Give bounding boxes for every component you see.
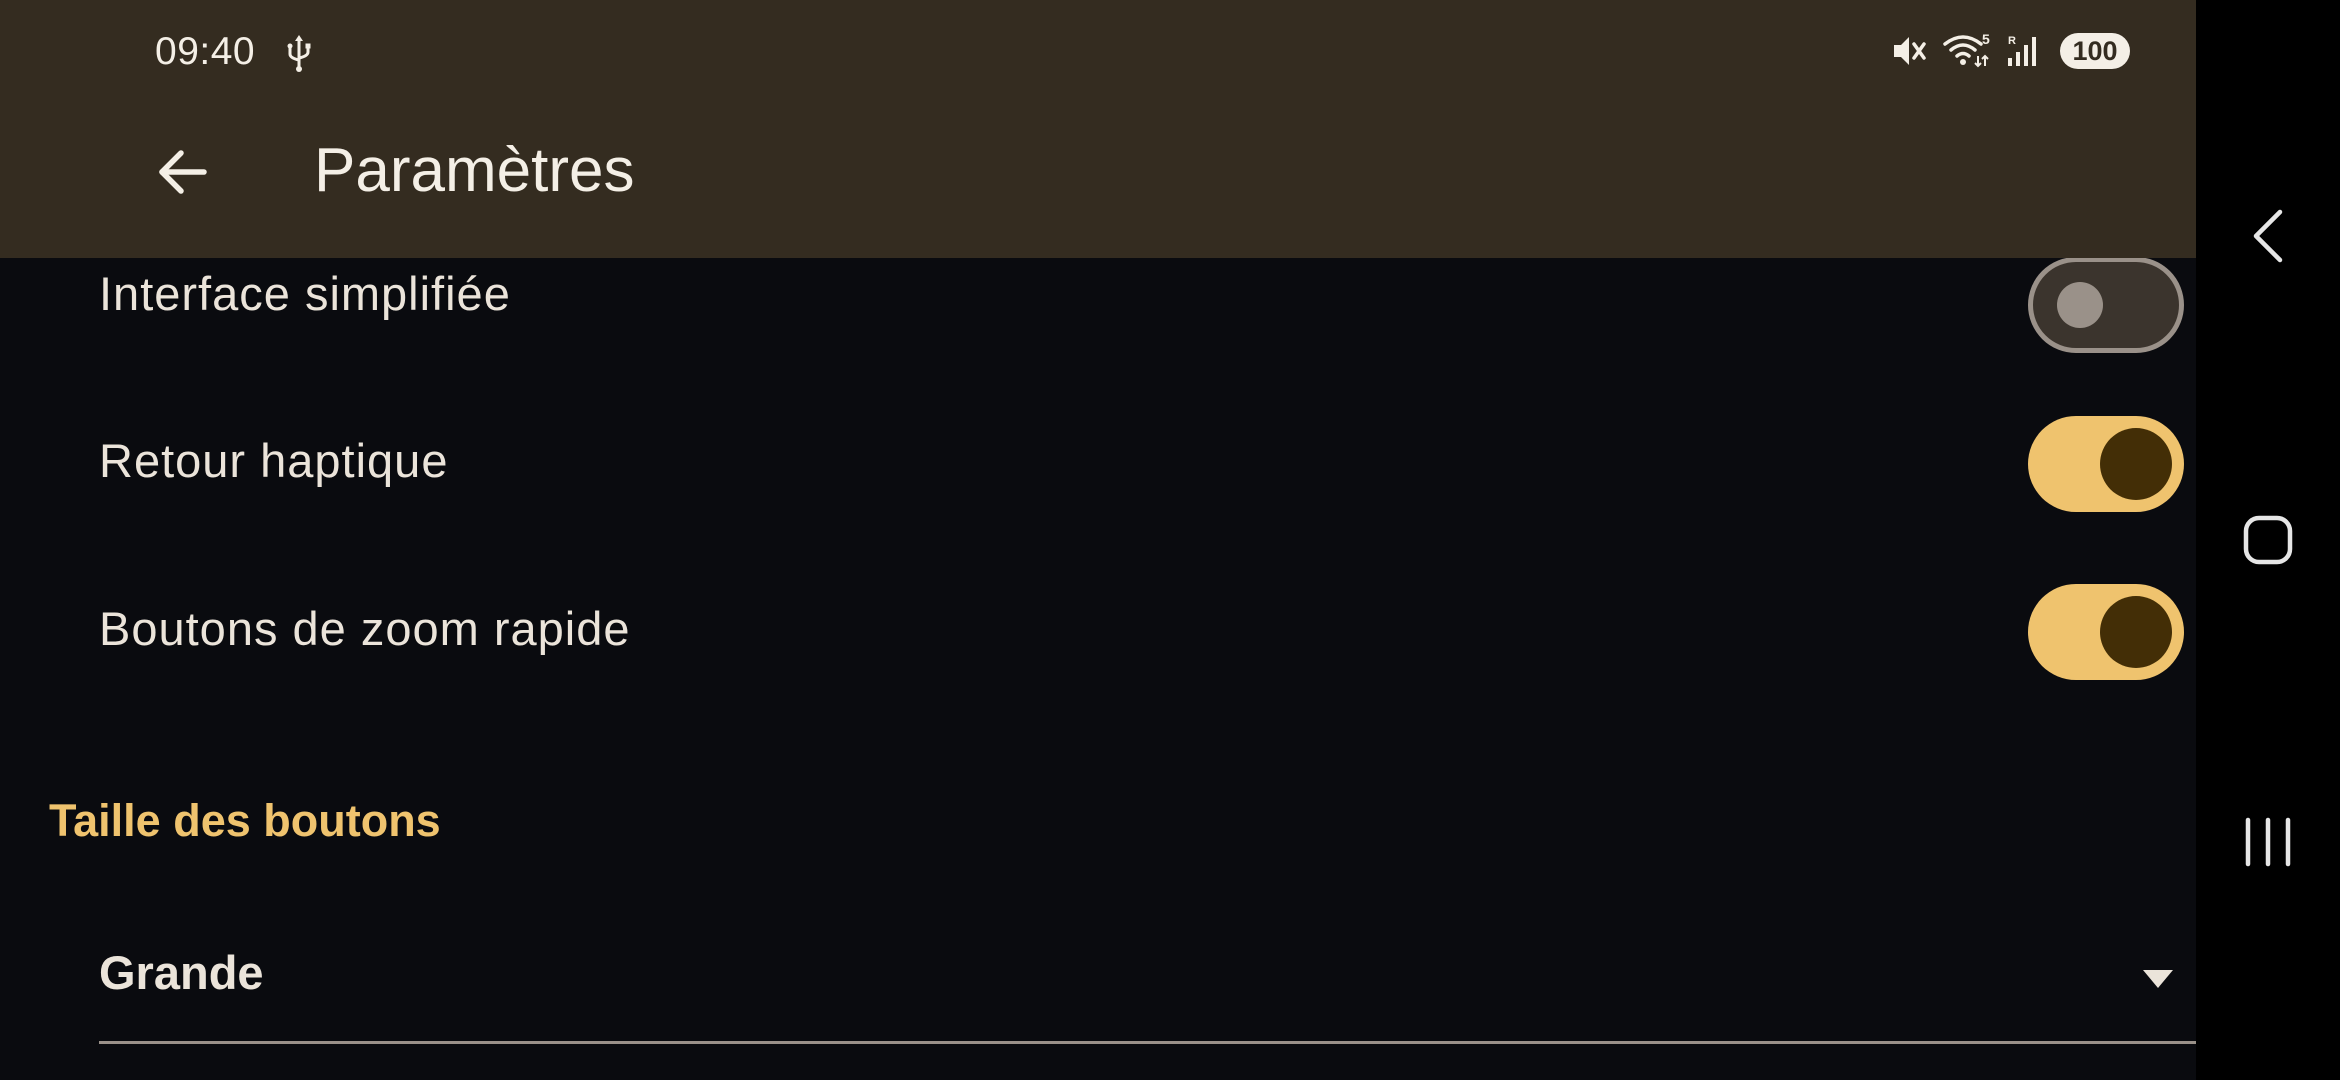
haptic-feedback-toggle[interactable] bbox=[2028, 416, 2184, 512]
nav-back-button[interactable] bbox=[2232, 200, 2304, 272]
setting-row-quick-zoom-buttons[interactable]: Boutons de zoom rapide bbox=[0, 556, 2196, 706]
wifi-badge: 5 bbox=[1982, 32, 1990, 47]
battery-indicator: 100 bbox=[2060, 33, 2130, 69]
simplified-interface-toggle[interactable] bbox=[2028, 257, 2184, 353]
dropdown-underline bbox=[99, 1041, 2196, 1044]
recents-lines-icon bbox=[2245, 817, 2291, 867]
button-size-dropdown[interactable]: Grande bbox=[99, 920, 2196, 1046]
toggle-knob bbox=[2100, 596, 2172, 668]
nav-home-button[interactable] bbox=[2232, 504, 2304, 576]
system-nav-bar bbox=[2196, 0, 2340, 1080]
app-header: 09:40 5 R 100 Paramètres bbox=[0, 0, 2196, 258]
setting-row-haptic-feedback[interactable]: Retour haptique bbox=[0, 388, 2196, 538]
caret-down-icon bbox=[2143, 970, 2173, 988]
back-button[interactable] bbox=[140, 130, 224, 214]
setting-label: Retour haptique bbox=[99, 434, 449, 487]
quick-zoom-buttons-toggle[interactable] bbox=[2028, 584, 2184, 680]
toggle-knob bbox=[2057, 282, 2103, 328]
usb-icon bbox=[287, 35, 311, 72]
chevron-left-icon bbox=[2253, 209, 2283, 263]
status-icons: 5 R 100 bbox=[1890, 32, 2130, 70]
signal-icon: R bbox=[2008, 35, 2036, 66]
arrow-left-icon bbox=[159, 150, 207, 194]
settings-app: 09:40 5 R 100 Paramètres Interface simpl… bbox=[0, 0, 2196, 1080]
page-title: Paramètres bbox=[314, 136, 635, 205]
section-title-button-size: Taille des boutons bbox=[49, 795, 441, 846]
screen: 09:40 5 R 100 Paramètres Interface simpl… bbox=[0, 0, 2340, 1080]
setting-label: Interface simplifiée bbox=[99, 267, 511, 320]
home-square-icon bbox=[2243, 515, 2293, 565]
toggle-knob bbox=[2100, 428, 2172, 500]
wifi-icon: 5 bbox=[1943, 32, 1990, 68]
status-time: 09:40 bbox=[155, 30, 256, 73]
svg-text:R: R bbox=[2008, 35, 2016, 47]
dropdown-selected-value: Grande bbox=[99, 946, 264, 999]
nav-recents-button[interactable] bbox=[2232, 806, 2304, 878]
mute-icon bbox=[1894, 37, 1926, 65]
setting-label: Boutons de zoom rapide bbox=[99, 602, 631, 655]
